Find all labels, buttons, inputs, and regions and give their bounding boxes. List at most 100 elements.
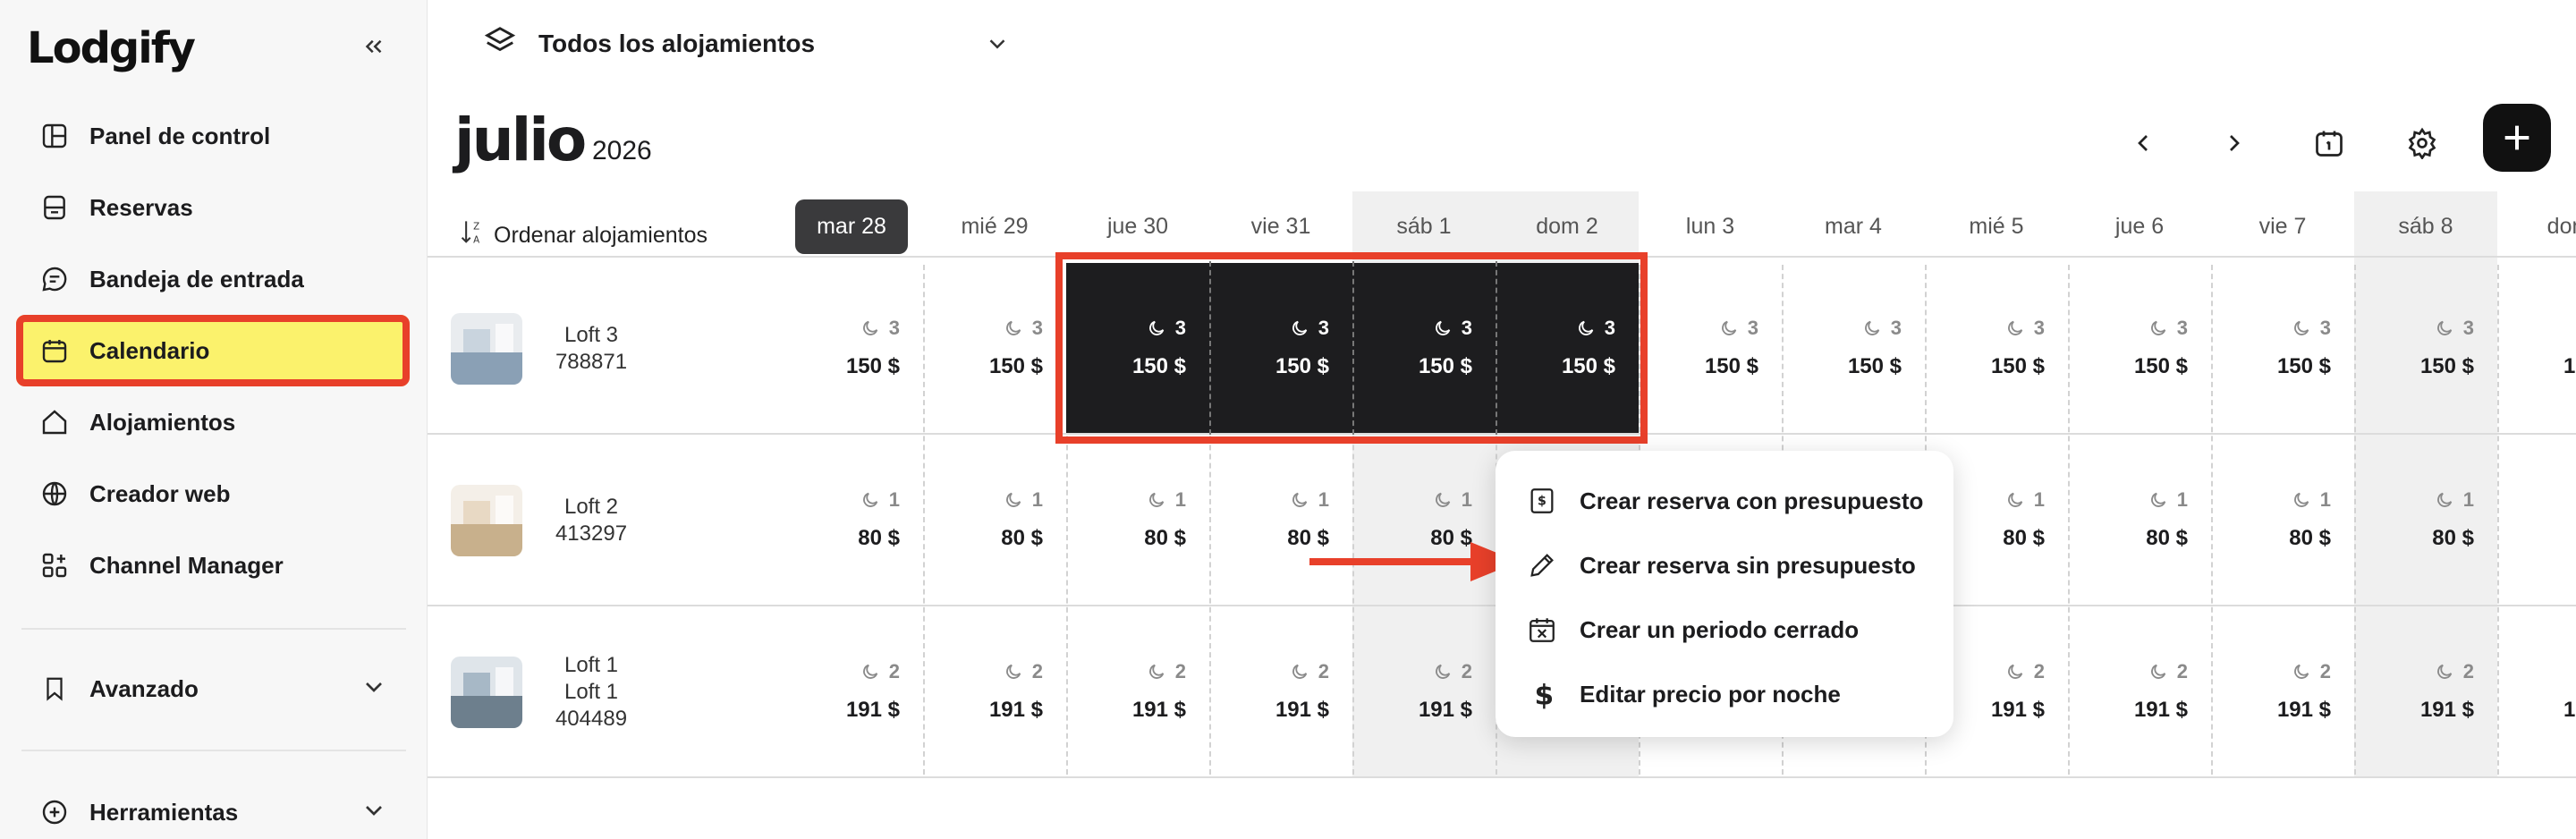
day-header[interactable]: mié 29	[923, 199, 1066, 254]
day-header[interactable]: dom 2	[1496, 199, 1639, 254]
lodgify-logo[interactable]: Lodgify	[27, 23, 196, 73]
calendar-cell[interactable]: 2191 $	[1066, 606, 1209, 776]
min-stay: 3	[2148, 317, 2188, 340]
apps-icon	[38, 548, 72, 582]
property-name: Loft 3	[564, 323, 619, 347]
calendar-cell[interactable]: 180 $	[2354, 435, 2497, 605]
day-header[interactable]: dom	[2497, 199, 2576, 254]
calendar-cell[interactable]: 3150 $	[2497, 263, 2576, 433]
menu-item-closed-period[interactable]: Crear un periodo cerrado	[1496, 597, 1953, 662]
next-period-button[interactable]	[2209, 118, 2259, 168]
sidebar-item-calendario[interactable]: Calendario	[16, 315, 410, 386]
calendar-icon	[38, 334, 72, 368]
min-stay-value: 2	[1174, 660, 1186, 682]
calendar-cell[interactable]: 3150 $	[1782, 263, 1925, 433]
calendar-cell[interactable]: 180 $	[2068, 435, 2211, 605]
property-info: Loft 3 788871	[542, 322, 640, 376]
night-price: 150 $	[1990, 354, 2045, 378]
calendar-cell[interactable]: 3150 $	[2354, 263, 2497, 433]
sort-az-icon: ZA	[460, 218, 485, 253]
calendar-cell[interactable]: 3150 $	[1639, 263, 1782, 433]
min-stay-value: 1	[1461, 488, 1472, 511]
menu-item-create-with-quote[interactable]: $ Crear reserva con presupuesto	[1496, 469, 1953, 533]
calendar-cell[interactable]: 2191 $	[2211, 606, 2354, 776]
menu-item-edit-price[interactable]: $ Editar precio por noche	[1496, 662, 1953, 726]
year-label: 2026	[592, 136, 652, 165]
calendar-cell[interactable]: 180 $	[923, 435, 1066, 605]
day-header[interactable]: jue 30	[1066, 199, 1209, 254]
night-price: 80 $	[2003, 526, 2045, 550]
moon-icon	[1435, 664, 1450, 679]
calendar-cell[interactable]: 2191 $	[2497, 606, 2576, 776]
calendar-cell[interactable]: 180 $	[1066, 435, 1209, 605]
min-stay-value: 2	[2176, 660, 2188, 682]
add-button[interactable]	[2483, 104, 2551, 172]
calendar-cell[interactable]: 180 $	[2211, 435, 2354, 605]
day-header-label: dom	[2546, 213, 2576, 239]
day-header[interactable]: mié 5	[1925, 199, 2068, 254]
night-price: 80 $	[2432, 526, 2474, 550]
min-stay-value: 2	[2033, 660, 2045, 682]
day-header[interactable]: sáb 1	[1352, 199, 1496, 254]
calendar-cell[interactable]: 2191 $	[780, 606, 923, 776]
min-stay-value: 2	[888, 660, 900, 682]
min-stay-value: 1	[1174, 488, 1186, 511]
day-header[interactable]: vie 7	[2211, 199, 2354, 254]
chevron-down-icon	[360, 796, 388, 831]
sidebar-group-avanzado[interactable]: Avanzado	[16, 653, 410, 725]
menu-item-label: Crear un periodo cerrado	[1580, 615, 1860, 643]
sidebar-item-alojamientos[interactable]: Alojamientos	[16, 386, 410, 458]
day-header[interactable]: lun 3	[1639, 199, 1782, 254]
sidebar-group-label: Herramientas	[89, 798, 239, 826]
sidebar-item-label: Alojamientos	[89, 408, 236, 436]
day-header[interactable]: vie 31	[1209, 199, 1352, 254]
calendar-cell[interactable]: 2191 $	[2068, 606, 2211, 776]
min-stay: 3	[2005, 317, 2045, 340]
sidebar-item-reservas[interactable]: Reservas	[16, 172, 410, 243]
property-selector[interactable]: Todos los alojamientos	[483, 21, 1005, 66]
min-stay: 1	[1433, 488, 1472, 512]
calendar-cell[interactable]: 3150 $	[780, 263, 923, 433]
sidebar-item-channel-manager[interactable]: Channel Manager	[16, 530, 410, 601]
sidebar-item-panel[interactable]: Panel de control	[16, 100, 410, 172]
calendar-cell[interactable]: 180 $	[780, 435, 923, 605]
min-stay: 1	[860, 488, 900, 512]
property-row-header[interactable]: Loft 1 Loft 1 404489	[451, 606, 773, 778]
property-row-header[interactable]: Loft 3 788871	[451, 263, 773, 435]
today-button[interactable]	[2304, 118, 2354, 168]
min-stay-value: 3	[2319, 317, 2331, 339]
settings-button[interactable]	[2397, 118, 2447, 168]
night-price: 150 $	[2133, 354, 2188, 378]
night-price: 150 $	[1704, 354, 1758, 378]
sidebar-item-creador-web[interactable]: Creador web	[16, 458, 410, 530]
min-stay-value: 2	[1031, 660, 1043, 682]
prev-period-button[interactable]	[2118, 118, 2168, 168]
menu-item-create-without-quote[interactable]: Crear reserva sin presupuesto	[1496, 533, 1953, 597]
day-header-label: dom 2	[1536, 213, 1598, 239]
property-row-header[interactable]: Loft 2 413297	[451, 435, 773, 606]
calendar-cell[interactable]: 180 $	[2497, 435, 2576, 605]
sidebar-group-herramientas[interactable]: Herramientas	[16, 776, 410, 839]
calendar-cell[interactable]: 2191 $	[2354, 606, 2497, 776]
calendar-cell[interactable]: 3 150 $	[1925, 263, 2068, 433]
day-header[interactable]: mar 4	[1782, 199, 1925, 254]
calendar-cell[interactable]: 3150 $	[2211, 263, 2354, 433]
moon-icon	[1435, 492, 1450, 507]
calendar-cell[interactable]: 3150 $	[923, 263, 1066, 433]
sort-properties-button[interactable]: ZA Ordenar alojamientos	[460, 218, 708, 253]
min-stay-value: 1	[2176, 488, 2188, 511]
moon-icon	[1864, 320, 1879, 335]
day-header[interactable]: jue 6	[2068, 199, 2211, 254]
day-header[interactable]: sáb 8	[2354, 199, 2497, 254]
bookings-icon	[38, 191, 72, 225]
day-header[interactable]: mar 28	[780, 199, 923, 254]
chevron-down-icon	[984, 30, 1011, 64]
sidebar-item-inbox[interactable]: Bandeja de entrada	[16, 243, 410, 315]
calendar-cell[interactable]: 2191 $	[923, 606, 1066, 776]
calendar-cell[interactable]: 2191 $	[1209, 606, 1352, 776]
calendar-cell[interactable]: 3 150 $	[2068, 263, 2211, 433]
night-price: 191 $	[1990, 698, 2045, 722]
collapse-sidebar-button[interactable]	[354, 27, 394, 66]
min-stay-value: 2	[1318, 660, 1329, 682]
calendar-cell[interactable]: 2191 $	[1352, 606, 1496, 776]
